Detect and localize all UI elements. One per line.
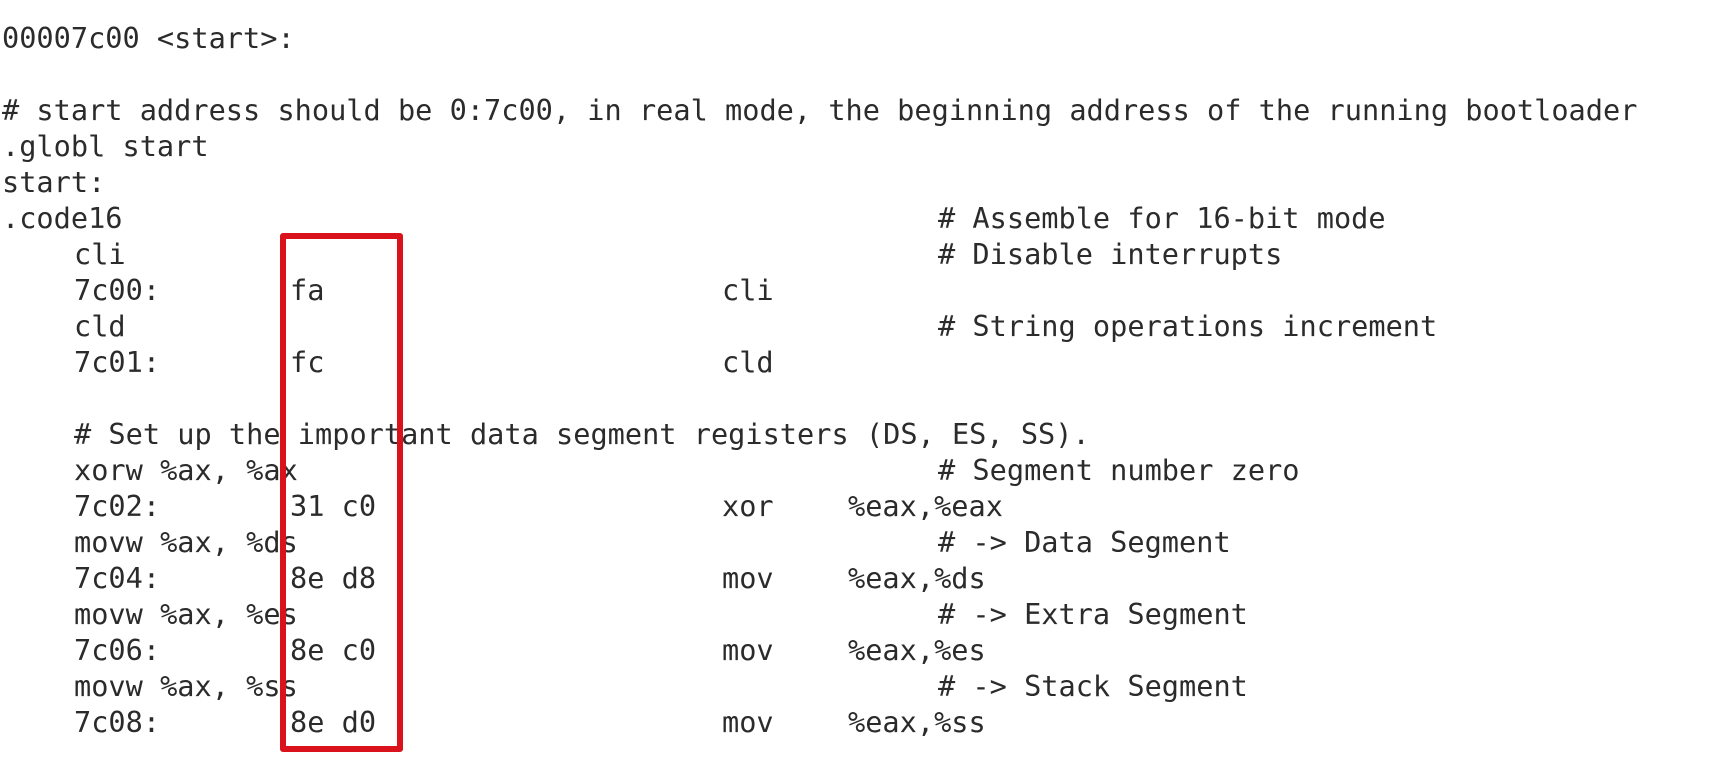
listing-line: start: xyxy=(0,164,1726,200)
listing-line: 00007c00 <start>: xyxy=(0,20,1726,56)
source-code: .code16 xyxy=(2,201,123,235)
listing-line: 7c06: 8e c0 mov %eax,%es xyxy=(0,632,1726,668)
instruction-mnemonic: cli xyxy=(722,273,774,307)
listing-line: .globl start xyxy=(0,128,1726,164)
listing-line: # Set up the important data segment regi… xyxy=(0,416,1726,452)
listing-line: 7c04: 8e d8 mov %eax,%ds xyxy=(0,560,1726,596)
comment-text: # Set up the important data segment regi… xyxy=(74,417,1090,451)
listing-line: 7c00: fa cli xyxy=(0,272,1726,308)
listing-line: movw %ax, %es # -> Extra Segment xyxy=(0,596,1726,632)
comment-text: # start address should be 0:7c00, in rea… xyxy=(2,93,1638,127)
function-header: 00007c00 <start>: xyxy=(2,21,295,55)
address: 7c02: xyxy=(74,489,161,523)
machine-code-bytes: 31 c0 xyxy=(290,489,377,523)
instruction-mnemonic: cld xyxy=(722,345,774,379)
address: 7c08: xyxy=(74,705,161,739)
address: 7c04: xyxy=(74,561,161,595)
machine-code-bytes: 8e d8 xyxy=(290,561,377,595)
listing-line: movw %ax, %ds # -> Data Segment xyxy=(0,524,1726,560)
disassembly-listing: 00007c00 <start>: # start address should … xyxy=(0,0,1726,764)
inline-comment: # -> Data Segment xyxy=(938,525,1231,559)
address: 7c01: xyxy=(74,345,161,379)
instruction-mnemonic: mov xyxy=(722,561,774,595)
address: 7c00: xyxy=(74,273,161,307)
machine-code-bytes: fa xyxy=(290,273,325,307)
listing-line: 7c02: 31 c0 xor %eax,%eax xyxy=(0,488,1726,524)
listing-line: 7c01: fc cld xyxy=(0,344,1726,380)
listing-line: cli # Disable interrupts xyxy=(0,236,1726,272)
instruction-operands: %eax,%ds xyxy=(848,561,986,595)
source-code: movw %ax, %es xyxy=(74,597,298,631)
instruction-operands: %eax,%eax xyxy=(848,489,1003,523)
listing-line: movw %ax, %ss # -> Stack Segment xyxy=(0,668,1726,704)
machine-code-bytes: fc xyxy=(290,345,325,379)
directive-text: .globl start xyxy=(2,129,209,163)
inline-comment: # Assemble for 16-bit mode xyxy=(938,201,1386,235)
listing-line: xorw %ax, %ax # Segment number zero xyxy=(0,452,1726,488)
inline-comment: # String operations increment xyxy=(938,309,1438,343)
machine-code-bytes: 8e d0 xyxy=(290,705,377,739)
source-code: cli xyxy=(74,237,126,271)
inline-comment: # Disable interrupts xyxy=(938,237,1283,271)
inline-comment: # -> Stack Segment xyxy=(938,669,1248,703)
source-code: xorw %ax, %ax xyxy=(74,453,298,487)
source-code: cld xyxy=(74,309,126,343)
instruction-mnemonic: mov xyxy=(722,705,774,739)
address: 7c06: xyxy=(74,633,161,667)
listing-line: 7c08: 8e d0 mov %eax,%ss xyxy=(0,704,1726,740)
listing-line: # start address should be 0:7c00, in rea… xyxy=(0,92,1726,128)
instruction-operands: %eax,%ss xyxy=(848,705,986,739)
machine-code-bytes: 8e c0 xyxy=(290,633,377,667)
source-code: movw %ax, %ds xyxy=(74,525,298,559)
instruction-operands: %eax,%es xyxy=(848,633,986,667)
listing-line: cld # String operations increment xyxy=(0,308,1726,344)
source-code: movw %ax, %ss xyxy=(74,669,298,703)
listing-line: .code16 # Assemble for 16-bit mode xyxy=(0,200,1726,236)
inline-comment: # -> Extra Segment xyxy=(938,597,1248,631)
instruction-mnemonic: mov xyxy=(722,633,774,667)
inline-comment: # Segment number zero xyxy=(938,453,1300,487)
label-text: start: xyxy=(2,165,106,199)
instruction-mnemonic: xor xyxy=(722,489,774,523)
